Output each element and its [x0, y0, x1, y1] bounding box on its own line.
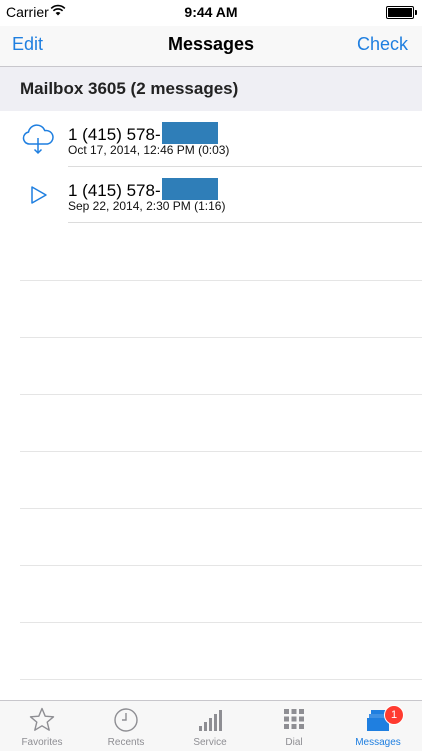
tab-favorites[interactable]: Favorites — [0, 701, 84, 751]
star-icon — [29, 707, 55, 731]
message-row[interactable]: 1 (415) 578- Oct 17, 2014, 12:46 PM (0:0… — [0, 111, 422, 167]
row-divider — [20, 451, 422, 452]
redaction-block — [161, 178, 218, 200]
battery-icon — [386, 6, 417, 19]
row-divider — [20, 508, 422, 509]
phone-number: 1 (415) 578- — [68, 178, 218, 201]
phone-number: 1 (415) 578- — [68, 122, 218, 145]
row-divider — [20, 280, 422, 281]
row-divider — [20, 394, 422, 395]
status-time: 9:44 AM — [184, 4, 238, 20]
message-row[interactable]: 1 (415) 578- Sep 22, 2014, 2:30 PM (1:16… — [0, 167, 422, 223]
clock-icon — [114, 708, 138, 732]
message-date-duration: Sep 22, 2014, 2:30 PM (1:16) — [68, 199, 226, 213]
signal-bars-icon — [199, 710, 222, 731]
row-divider — [20, 565, 422, 566]
message-date-duration: Oct 17, 2014, 12:46 PM (0:03) — [68, 143, 230, 157]
row-divider — [20, 679, 422, 680]
mailbox-section-header: Mailbox 3605 (2 messages) — [0, 67, 422, 111]
row-divider — [20, 622, 422, 623]
status-bar: Carrier 9:44 AM — [0, 0, 422, 26]
tab-recents[interactable]: Recents — [84, 701, 168, 751]
tab-messages[interactable]: 1 Messages — [336, 701, 420, 751]
row-divider — [20, 337, 422, 338]
check-button[interactable]: Check — [357, 34, 408, 55]
unread-badge: 1 — [384, 705, 404, 725]
tab-dial[interactable]: Dial — [252, 701, 336, 751]
keypad-icon — [284, 709, 304, 729]
cloud-download-icon — [22, 124, 54, 155]
redaction-block — [161, 122, 218, 144]
tab-service[interactable]: Service — [168, 701, 252, 751]
tab-bar: Favorites Recents Service Dial 1 Message… — [0, 700, 422, 751]
navigation-bar: Edit Messages Check — [0, 26, 422, 67]
message-list: 1 (415) 578- Oct 17, 2014, 12:46 PM (0:0… — [0, 111, 422, 223]
play-icon[interactable] — [20, 178, 56, 212]
row-divider — [68, 222, 422, 223]
mailbox-title: Mailbox 3605 (2 messages) — [20, 79, 239, 98]
